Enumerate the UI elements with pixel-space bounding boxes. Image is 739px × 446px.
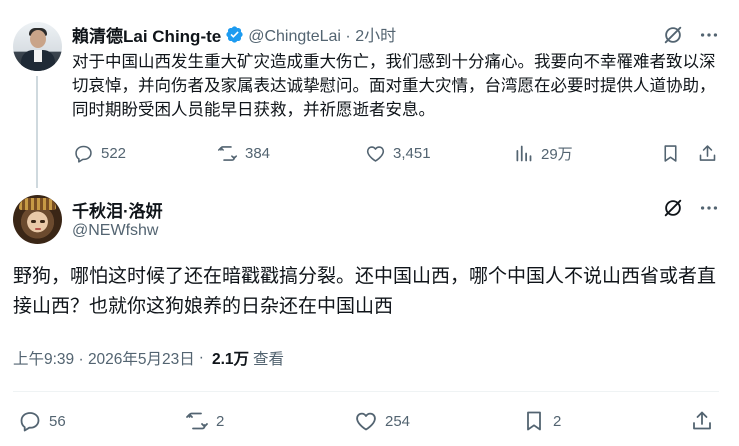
share-icon [697, 143, 718, 164]
divider [13, 391, 719, 392]
reply-text: 野狗，哪怕这时候了还在暗戳戳搞分裂。还中国山西，哪个中国人不说山西省或者直接山西… [13, 266, 717, 317]
views-count: 29万 [541, 146, 573, 163]
repost-icon [185, 409, 209, 433]
verified-badge-icon [225, 25, 244, 44]
tweet-header: 賴清德Lai Ching-te @ChingteLai · 2小时 [72, 22, 396, 46]
reply-icon [73, 143, 94, 164]
tweet-text: 对于中国山西发生重大矿灾造成重大伤亡，我们感到十分痛心。我要向不幸罹难者致以深切… [72, 53, 716, 119]
views-button[interactable]: 29万 [513, 143, 573, 164]
views-total: 2.1万 [211, 351, 250, 368]
share-icon [690, 409, 714, 433]
grok-icon[interactable] [662, 197, 684, 224]
reply-button[interactable]: 56 [18, 409, 66, 433]
reply-count: 522 [101, 145, 127, 162]
more-icon[interactable] [698, 197, 720, 224]
like-count: 3,451 [393, 145, 431, 162]
avatar[interactable] [13, 195, 62, 244]
post-time[interactable]: 2小时 [355, 28, 396, 45]
bookmark-button[interactable]: 2 [522, 409, 561, 433]
more-icon[interactable] [698, 24, 720, 51]
user-handle[interactable]: @NEWfshw [72, 222, 158, 240]
bookmark-button[interactable] [660, 143, 681, 164]
repost-icon [217, 143, 238, 164]
bookmark-count: 2 [553, 412, 562, 430]
user-handle[interactable]: @ChingteLai [248, 28, 341, 45]
reply-count: 56 [49, 412, 66, 430]
like-button[interactable]: 254 [354, 409, 410, 433]
like-icon [365, 143, 386, 164]
reply-button[interactable]: 522 [73, 143, 126, 164]
views-icon [513, 143, 534, 164]
post-metadata: 上午9:39 · 2026年5月23日 · 2.1万 查看 [13, 347, 284, 369]
post-timestamp[interactable]: 上午9:39 · 2026年5月23日 [13, 347, 195, 369]
repost-button[interactable]: 384 [217, 143, 270, 164]
grok-icon[interactable] [662, 24, 684, 51]
share-button[interactable] [697, 143, 718, 164]
repost-count: 2 [216, 412, 225, 430]
display-name[interactable]: 千秋泪·洛妍 [72, 197, 163, 222]
share-button[interactable] [690, 409, 714, 433]
like-icon [354, 409, 378, 433]
bookmark-icon [660, 143, 681, 164]
repost-count: 384 [245, 145, 271, 162]
separator-dot: · [345, 28, 351, 45]
reply-icon [18, 409, 42, 433]
views-label: 查看 [253, 351, 285, 368]
like-count: 254 [385, 412, 411, 430]
thread-connector-line [36, 76, 38, 188]
bookmark-icon [522, 409, 546, 433]
like-button[interactable]: 3,451 [365, 143, 431, 164]
repost-button[interactable]: 2 [185, 409, 224, 433]
display-name[interactable]: 賴清德Lai Ching-te [72, 22, 221, 47]
separator-dot: · [198, 349, 204, 366]
avatar[interactable] [13, 22, 62, 71]
